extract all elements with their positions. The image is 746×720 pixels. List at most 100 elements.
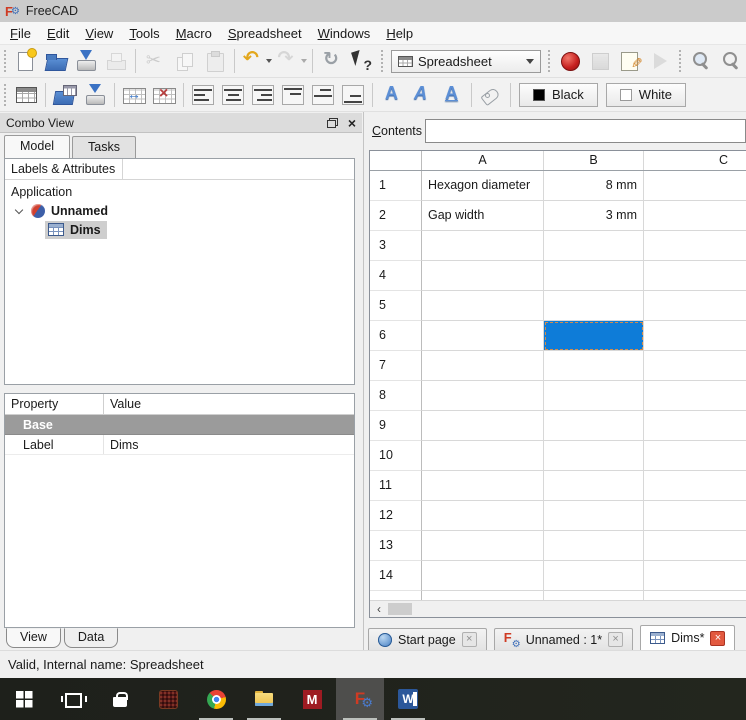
close-panel-icon[interactable]: × xyxy=(348,116,356,130)
dock-header[interactable]: Combo View × xyxy=(0,113,362,133)
style-bold-button[interactable] xyxy=(377,81,407,109)
cell-A6[interactable] xyxy=(422,321,544,351)
cell-B6[interactable] xyxy=(544,321,644,351)
macro-stop-button[interactable] xyxy=(585,47,615,75)
row-header-4[interactable]: 4 xyxy=(370,261,422,291)
search-button[interactable] xyxy=(686,47,716,75)
cell-B14[interactable] xyxy=(544,561,644,591)
tree-item-unnamed[interactable]: Unnamed xyxy=(5,201,354,220)
foreground-color-button[interactable]: Black xyxy=(519,82,598,107)
mdi-tab-start-page[interactable]: Start page xyxy=(368,628,487,650)
background-color-button[interactable]: White xyxy=(605,82,687,107)
macro-edit-button[interactable] xyxy=(615,47,645,75)
cell-A12[interactable] xyxy=(422,501,544,531)
open-document-button[interactable] xyxy=(41,47,71,75)
new-document-button[interactable] xyxy=(11,47,41,75)
menu-file[interactable]: File xyxy=(2,24,39,43)
menu-spreadsheet[interactable]: Spreadsheet xyxy=(220,24,310,43)
cell-A8[interactable] xyxy=(422,381,544,411)
cell-C13[interactable] xyxy=(644,531,746,561)
cell-B9[interactable] xyxy=(544,411,644,441)
menu-help[interactable]: Help xyxy=(378,24,421,43)
close-tab-icon[interactable] xyxy=(608,632,624,647)
tab-view[interactable]: View xyxy=(6,628,61,648)
window-titlebar[interactable]: F ⚙ FreeCAD xyxy=(0,0,746,22)
spreadsheet-grid[interactable]: A B C 1 Hexagon diameter 8 mm 2 Gap width 3 mm 3 4… xyxy=(369,150,746,618)
chrome-button[interactable] xyxy=(192,678,240,720)
cell-A11[interactable] xyxy=(422,471,544,501)
cell-A7[interactable] xyxy=(422,351,544,381)
undo-button[interactable] xyxy=(239,47,274,75)
cell-B1[interactable]: 8 mm xyxy=(544,171,644,201)
cut-button[interactable] xyxy=(140,47,170,75)
row-header-2[interactable]: 2 xyxy=(370,201,422,231)
cell-A1[interactable]: Hexagon diameter xyxy=(422,171,544,201)
cell-B7[interactable] xyxy=(544,351,644,381)
cell-C7[interactable] xyxy=(644,351,746,381)
row-header-6[interactable]: 6 xyxy=(370,321,422,351)
row-header-12[interactable]: 12 xyxy=(370,501,422,531)
cell-B13[interactable] xyxy=(544,531,644,561)
menu-view[interactable]: View xyxy=(77,24,121,43)
cell-B5[interactable] xyxy=(544,291,644,321)
cell-C3[interactable] xyxy=(644,231,746,261)
row-header-11[interactable]: 11 xyxy=(370,471,422,501)
align-left-button[interactable] xyxy=(188,81,218,109)
float-panel-icon[interactable] xyxy=(326,117,338,128)
style-underline-button[interactable] xyxy=(437,81,467,109)
menu-tools[interactable]: Tools xyxy=(121,24,167,43)
app-tile-button[interactable] xyxy=(144,678,192,720)
cell-C11[interactable] xyxy=(644,471,746,501)
cell-C10[interactable] xyxy=(644,441,746,471)
cell-C5[interactable] xyxy=(644,291,746,321)
align-right-button[interactable] xyxy=(248,81,278,109)
row-header-13[interactable]: 13 xyxy=(370,531,422,561)
cell-B8[interactable] xyxy=(544,381,644,411)
cell-A3[interactable] xyxy=(422,231,544,261)
paste-button[interactable] xyxy=(200,47,230,75)
redo-button[interactable] xyxy=(273,47,308,75)
corner-cell[interactable] xyxy=(370,151,422,170)
row-header-14[interactable]: 14 xyxy=(370,561,422,591)
cell-A10[interactable] xyxy=(422,441,544,471)
tab-data[interactable]: Data xyxy=(63,628,119,648)
cell-B10[interactable] xyxy=(544,441,644,471)
cell-B12[interactable] xyxy=(544,501,644,531)
cell-B11[interactable] xyxy=(544,471,644,501)
tree-item-dims[interactable]: Dims xyxy=(5,220,354,239)
refresh-button[interactable] xyxy=(317,47,347,75)
task-view-button[interactable] xyxy=(48,678,96,720)
align-bottom-button[interactable] xyxy=(338,81,368,109)
cell-B2[interactable]: 3 mm xyxy=(544,201,644,231)
property-value[interactable]: Dims xyxy=(104,435,138,454)
mdi-tab-unnamed-1[interactable]: Unnamed : 1* xyxy=(493,628,634,650)
scrollbar-thumb[interactable] xyxy=(388,603,412,615)
dropdown-caret-icon[interactable] xyxy=(266,59,273,63)
close-tab-icon[interactable] xyxy=(710,630,726,646)
save-document-button[interactable] xyxy=(71,47,101,75)
row-header-1[interactable]: 1 xyxy=(370,171,422,201)
cell-C2[interactable] xyxy=(644,201,746,231)
dropdown-caret-icon[interactable] xyxy=(301,59,308,63)
file-explorer-button[interactable] xyxy=(240,678,288,720)
row-header-5[interactable]: 5 xyxy=(370,291,422,321)
macro-record-button[interactable] xyxy=(555,47,585,75)
column-header-a[interactable]: A xyxy=(422,151,544,170)
mdi-tab-dims[interactable]: Dims* xyxy=(640,625,736,650)
word-button[interactable]: W xyxy=(384,678,432,720)
export-spreadsheet-button[interactable] xyxy=(80,81,110,109)
property-row-label[interactable]: Label Dims xyxy=(5,435,354,455)
import-spreadsheet-button[interactable] xyxy=(50,81,80,109)
row-header-9[interactable]: 9 xyxy=(370,411,422,441)
freecad-button[interactable]: F xyxy=(336,678,384,720)
align-top-button[interactable] xyxy=(278,81,308,109)
create-spreadsheet-button[interactable] xyxy=(11,81,41,109)
m-app-button[interactable]: M xyxy=(288,678,336,720)
cell-C1[interactable] xyxy=(644,171,746,201)
menu-windows[interactable]: Windows xyxy=(310,24,379,43)
cell-A9[interactable] xyxy=(422,411,544,441)
tree-root-application[interactable]: Application xyxy=(5,182,354,201)
cell-B4[interactable] xyxy=(544,261,644,291)
horizontal-scrollbar[interactable]: ‹ xyxy=(370,600,746,617)
cell-B3[interactable] xyxy=(544,231,644,261)
